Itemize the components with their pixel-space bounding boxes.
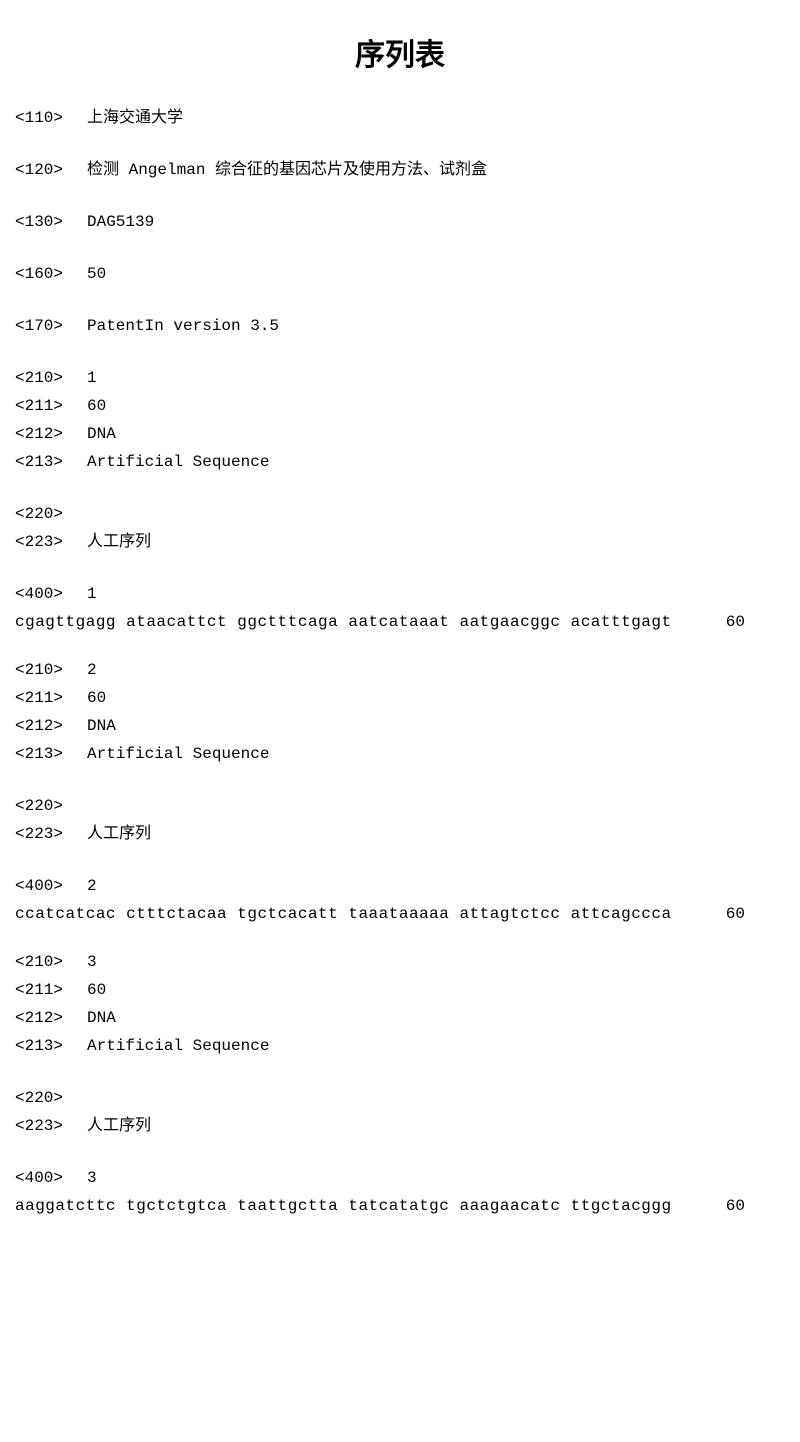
tag: <211> bbox=[15, 686, 87, 710]
seq-220: <220> bbox=[15, 794, 785, 818]
tag: <213> bbox=[15, 1034, 87, 1058]
tag-110: <110> bbox=[15, 106, 87, 130]
val: 1 bbox=[87, 366, 97, 390]
seq-400: <400> 1 bbox=[15, 582, 785, 606]
val-110: 上海交通大学 bbox=[87, 106, 183, 130]
val: 1 bbox=[87, 582, 97, 606]
seq-text: aaggatcttc tgctctgtca taattgctta tatcata… bbox=[15, 1194, 672, 1218]
tag: <211> bbox=[15, 978, 87, 1002]
tag: <223> bbox=[15, 822, 87, 846]
seq-400: <400> 3 bbox=[15, 1166, 785, 1190]
seq-210: <210> 2 bbox=[15, 658, 785, 682]
tag: <213> bbox=[15, 450, 87, 474]
seq-data-row: aaggatcttc tgctctgtca taattgctta tatcata… bbox=[15, 1194, 785, 1218]
tag: <220> bbox=[15, 794, 87, 818]
seq-223: <223> 人工序列 bbox=[15, 1114, 785, 1138]
seq-223: <223> 人工序列 bbox=[15, 822, 785, 846]
val: Artificial Sequence bbox=[87, 1034, 269, 1058]
header-110: <110> 上海交通大学 bbox=[15, 106, 785, 130]
val: Artificial Sequence bbox=[87, 742, 269, 766]
seq-213: <213> Artificial Sequence bbox=[15, 742, 785, 766]
seq-text: cgagttgagg ataacattct ggctttcaga aatcata… bbox=[15, 610, 672, 634]
val: 60 bbox=[87, 686, 106, 710]
seq-212: <212> DNA bbox=[15, 714, 785, 738]
seq-211: <211> 60 bbox=[15, 978, 785, 1002]
seq-220: <220> bbox=[15, 502, 785, 526]
tag: <213> bbox=[15, 742, 87, 766]
header-160: <160> 50 bbox=[15, 262, 785, 286]
seq-211: <211> 60 bbox=[15, 394, 785, 418]
document-title: 序列表 bbox=[15, 30, 785, 74]
seq-223: <223> 人工序列 bbox=[15, 530, 785, 554]
val: 2 bbox=[87, 874, 97, 898]
val: DNA bbox=[87, 422, 116, 446]
tag: <210> bbox=[15, 950, 87, 974]
tag: <223> bbox=[15, 1114, 87, 1138]
tag: <210> bbox=[15, 366, 87, 390]
seq-213: <213> Artificial Sequence bbox=[15, 1034, 785, 1058]
val-130: DAG5139 bbox=[87, 210, 154, 234]
seq-data-row: cgagttgagg ataacattct ggctttcaga aatcata… bbox=[15, 610, 785, 634]
seq-210: <210> 1 bbox=[15, 366, 785, 390]
val: Artificial Sequence bbox=[87, 450, 269, 474]
seq-num: 60 bbox=[726, 1194, 745, 1218]
val: 人工序列 bbox=[87, 530, 151, 554]
val: 人工序列 bbox=[87, 822, 151, 846]
seq-num: 60 bbox=[726, 610, 745, 634]
tag: <210> bbox=[15, 658, 87, 682]
tag: <220> bbox=[15, 1086, 87, 1110]
seq-num: 60 bbox=[726, 902, 745, 926]
val: 3 bbox=[87, 950, 97, 974]
header-170: <170> PatentIn version 3.5 bbox=[15, 314, 785, 338]
tag: <212> bbox=[15, 1006, 87, 1030]
seq-210: <210> 3 bbox=[15, 950, 785, 974]
seq-text: ccatcatcac ctttctacaa tgctcacatt taaataa… bbox=[15, 902, 672, 926]
seq-data-row: ccatcatcac ctttctacaa tgctcacatt taaataa… bbox=[15, 902, 785, 926]
tag: <211> bbox=[15, 394, 87, 418]
tag: <223> bbox=[15, 530, 87, 554]
tag: <400> bbox=[15, 582, 87, 606]
val: 60 bbox=[87, 394, 106, 418]
tag-170: <170> bbox=[15, 314, 87, 338]
val: DNA bbox=[87, 1006, 116, 1030]
val-120: 检测 Angelman 综合征的基因芯片及使用方法、试剂盒 bbox=[87, 158, 487, 182]
val: 3 bbox=[87, 1166, 97, 1190]
tag: <220> bbox=[15, 502, 87, 526]
seq-211: <211> 60 bbox=[15, 686, 785, 710]
val: 2 bbox=[87, 658, 97, 682]
tag: <212> bbox=[15, 714, 87, 738]
val-160: 50 bbox=[87, 262, 106, 286]
tag: <212> bbox=[15, 422, 87, 446]
tag-130: <130> bbox=[15, 210, 87, 234]
seq-400: <400> 2 bbox=[15, 874, 785, 898]
seq-212: <212> DNA bbox=[15, 422, 785, 446]
tag: <400> bbox=[15, 1166, 87, 1190]
tag: <400> bbox=[15, 874, 87, 898]
seq-213: <213> Artificial Sequence bbox=[15, 450, 785, 474]
tag-120: <120> bbox=[15, 158, 87, 182]
val-170: PatentIn version 3.5 bbox=[87, 314, 279, 338]
tag-160: <160> bbox=[15, 262, 87, 286]
header-120: <120> 检测 Angelman 综合征的基因芯片及使用方法、试剂盒 bbox=[15, 158, 785, 182]
val: 60 bbox=[87, 978, 106, 1002]
seq-220: <220> bbox=[15, 1086, 785, 1110]
val: DNA bbox=[87, 714, 116, 738]
val: 人工序列 bbox=[87, 1114, 151, 1138]
header-130: <130> DAG5139 bbox=[15, 210, 785, 234]
seq-212: <212> DNA bbox=[15, 1006, 785, 1030]
